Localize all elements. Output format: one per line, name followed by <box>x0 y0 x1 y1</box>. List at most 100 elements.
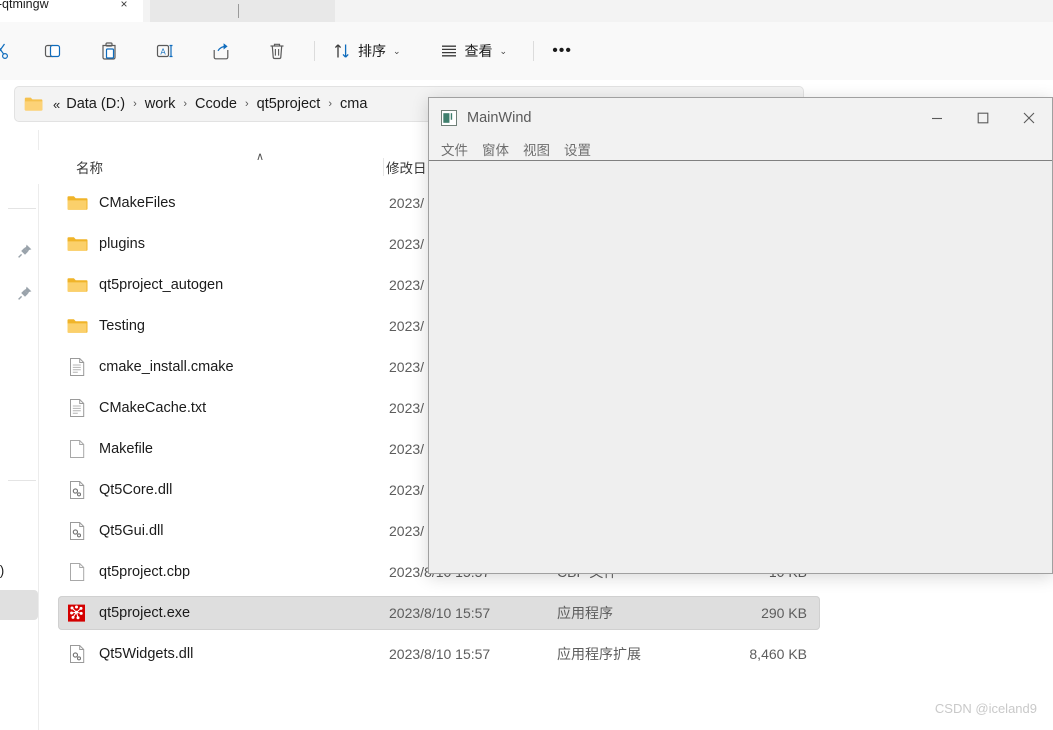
minimize-icon <box>932 117 942 120</box>
rename-icon: A <box>156 44 173 58</box>
tab-strip: lease-qtmingw × <box>0 0 1053 22</box>
chevron-down-icon: ⌄ <box>393 45 401 56</box>
file-name: Qt5Widgets.dll <box>99 646 194 662</box>
explorer-toolbar: A 排序 ⌄ 查看 ⌄ ••• <box>0 22 1053 80</box>
view-label: 查看 <box>464 43 493 59</box>
folder-icon <box>24 97 43 111</box>
navigation-pane: :) <box>0 130 38 730</box>
qt-window-title: MainWind <box>467 110 532 126</box>
menu-item-file[interactable]: 文件 <box>441 139 468 159</box>
ellipsis-icon: ••• <box>552 42 572 59</box>
text-file-icon <box>70 358 85 376</box>
minimize-button[interactable] <box>914 98 960 138</box>
nav-divider-2 <box>8 480 36 481</box>
more-options-button[interactable]: ••• <box>543 33 581 69</box>
column-divider[interactable] <box>383 158 384 176</box>
view-list-icon <box>441 45 456 57</box>
text-file-icon <box>70 399 85 417</box>
qt-menu-bar[interactable]: 文件 窗体 视图 设置 <box>429 138 1052 161</box>
folder-icon <box>67 319 88 333</box>
column-header-date[interactable]: 修改日 <box>386 157 427 177</box>
tab-inactive[interactable] <box>150 0 335 22</box>
trash-icon <box>270 43 284 60</box>
menu-item-view[interactable]: 视图 <box>523 139 550 159</box>
folder-icon <box>67 278 88 292</box>
breadcrumb-item-1[interactable]: work <box>142 94 179 114</box>
svg-text:A: A <box>160 47 166 56</box>
paste-icon <box>102 42 116 60</box>
text-caret <box>238 4 239 18</box>
file-size: 8,460 KB <box>749 646 807 662</box>
sort-button[interactable]: 排序 ⌄ <box>324 33 409 69</box>
breadcrumb-separator-icon: › <box>328 98 332 110</box>
cut-button[interactable] <box>0 33 20 69</box>
file-name: qt5project.cbp <box>99 564 191 580</box>
sort-label: 排序 <box>358 43 386 59</box>
breadcrumb-item-0[interactable]: Data (D:) <box>63 94 128 114</box>
sort-ascending-icon: ∧ <box>256 151 265 163</box>
paste-button[interactable] <box>90 33 128 69</box>
toolbar-divider <box>314 41 315 61</box>
cut-icon <box>0 43 9 60</box>
file-name: Qt5Gui.dll <box>99 523 164 539</box>
toolbar-divider-2 <box>533 41 535 61</box>
file-date: 2023/8/10 15:57 <box>389 605 491 621</box>
close-icon <box>1023 112 1035 124</box>
qt-title-bar[interactable]: MainWind <box>429 98 1052 138</box>
file-name: Makefile <box>99 441 153 457</box>
copy-button[interactable] <box>34 33 72 69</box>
delete-button[interactable] <box>258 33 296 69</box>
dll-file-icon <box>70 645 85 663</box>
tab-title: lease-qtmingw <box>0 0 49 11</box>
column-header-name[interactable]: 名称 <box>76 157 103 177</box>
watermark: CSDN @iceland9 <box>934 701 1037 716</box>
close-icon[interactable]: × <box>115 0 133 11</box>
file-name: CMakeCache.txt <box>99 400 207 416</box>
qt-app-icon <box>68 604 85 622</box>
tab-active[interactable]: lease-qtmingw × <box>0 0 143 22</box>
copy-icon <box>44 44 61 58</box>
file-name: Qt5Core.dll <box>99 482 173 498</box>
blank-file-icon <box>70 440 85 458</box>
file-type: 应用程序 <box>557 605 613 621</box>
breadcrumb-separator-icon: › <box>183 98 188 110</box>
rename-button[interactable]: A <box>146 33 184 69</box>
file-name: CMakeFiles <box>99 195 176 211</box>
pin-icon[interactable] <box>17 243 33 259</box>
nav-divider <box>8 208 36 209</box>
file-name: qt5project_autogen <box>99 277 224 293</box>
folder-icon <box>67 237 88 251</box>
file-type: 应用程序扩展 <box>557 646 641 662</box>
menu-item-settings[interactable]: 设置 <box>564 139 591 159</box>
sort-icon <box>334 44 349 58</box>
file-name: qt5project.exe <box>99 605 191 621</box>
maximize-icon <box>977 112 989 124</box>
qt-app-icon <box>441 110 457 126</box>
qt-client-area[interactable] <box>429 162 1052 573</box>
share-button[interactable] <box>202 33 240 69</box>
breadcrumb-separator-icon: › <box>133 98 137 110</box>
close-button[interactable] <box>1006 98 1052 138</box>
nav-drive-label[interactable]: :) <box>0 563 4 578</box>
dll-file-icon <box>70 481 85 499</box>
blank-file-icon <box>70 563 85 581</box>
breadcrumb-item-2[interactable]: Ccode <box>192 94 240 114</box>
nav-selected-item[interactable] <box>0 590 38 620</box>
breadcrumb-overflow[interactable]: « <box>50 95 63 114</box>
folder-icon <box>67 196 88 210</box>
breadcrumb-separator-icon: › <box>244 98 249 110</box>
screen: lease-qtmingw × <box>0 0 1053 730</box>
pin-icon[interactable] <box>17 285 33 301</box>
table-row[interactable]: Qt5Widgets.dll 2023/8/10 15:57 应用程序扩展 8,460… <box>58 637 820 671</box>
dll-file-icon <box>70 522 85 540</box>
qt-main-window[interactable]: MainWind 文件 窗体 视图 设置 <box>428 97 1053 574</box>
table-row[interactable]: qt5project.exe 2023/8/10 15:57 应用程序 290 KB <box>58 596 820 630</box>
menu-item-window[interactable]: 窗体 <box>482 139 509 159</box>
share-icon <box>213 43 229 60</box>
view-button[interactable]: 查看 ⌄ <box>431 33 516 69</box>
maximize-button[interactable] <box>960 98 1006 138</box>
chevron-down-icon: ⌄ <box>499 45 508 56</box>
breadcrumb-item-4[interactable]: cma <box>337 94 370 114</box>
file-date: 2023/8/10 15:57 <box>389 646 491 662</box>
breadcrumb-item-3[interactable]: qt5project <box>254 94 324 114</box>
